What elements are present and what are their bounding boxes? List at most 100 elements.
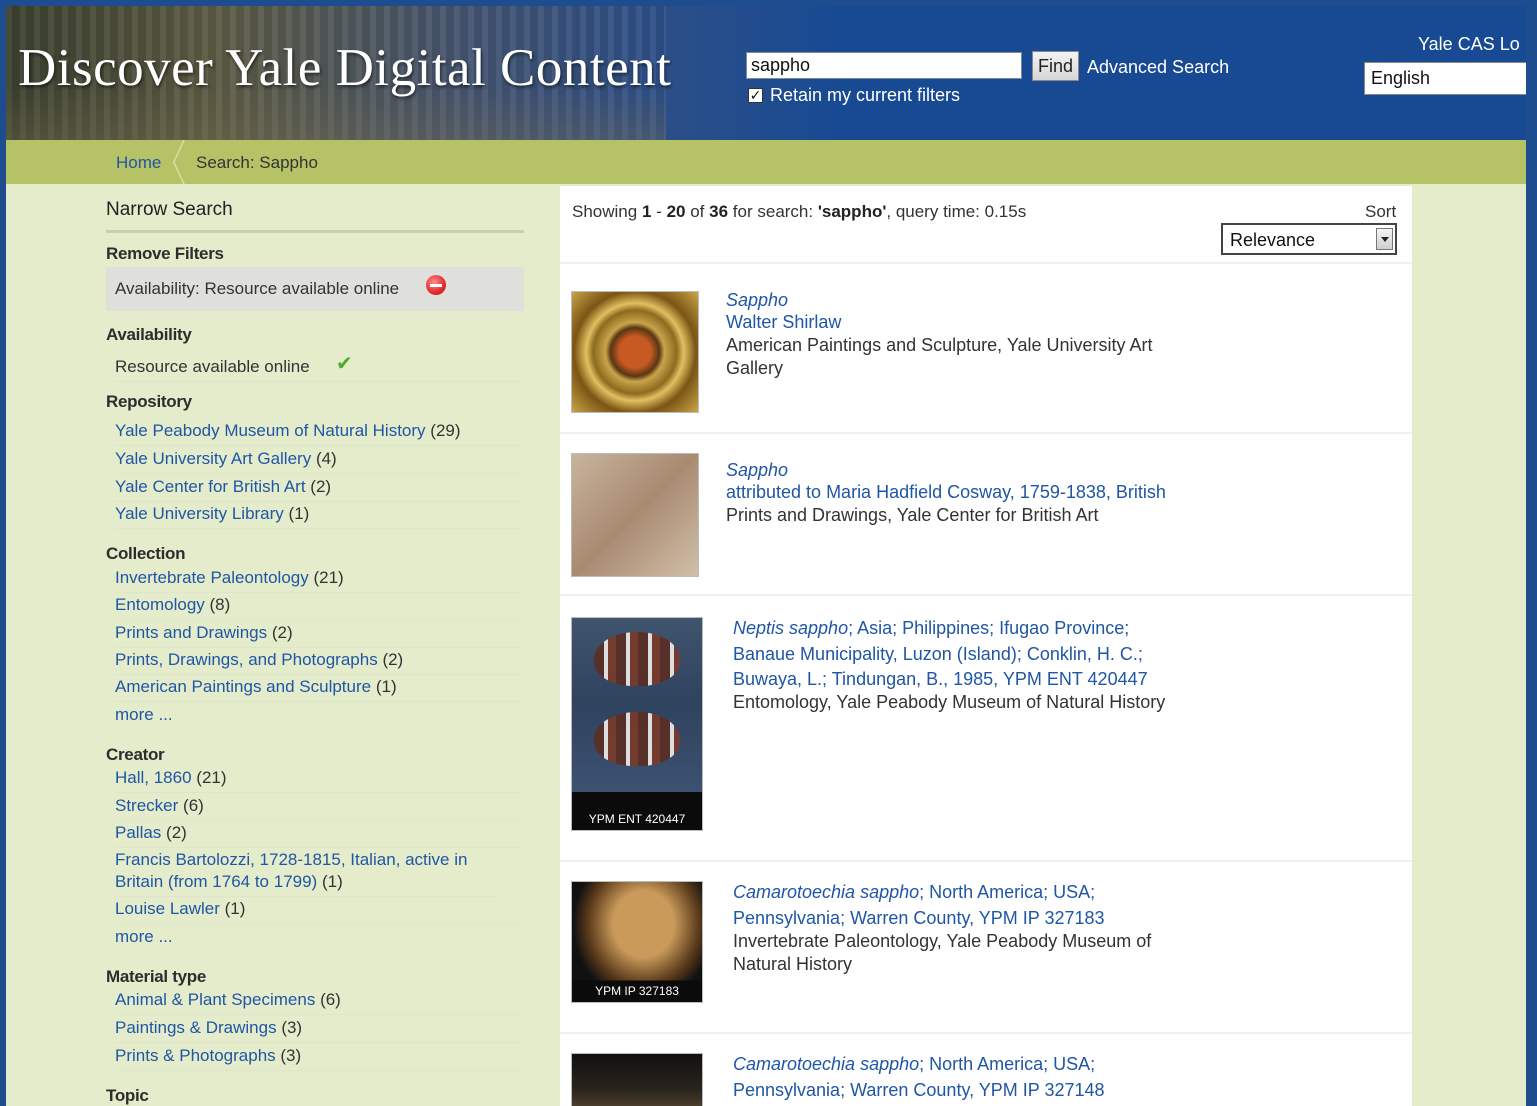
facet-count: (4) xyxy=(315,449,337,468)
breadcrumb-home-link[interactable]: Home xyxy=(116,153,161,173)
facet-link[interactable]: American Paintings and Sculpture xyxy=(115,677,371,696)
facet-count: (1) xyxy=(375,677,397,696)
advanced-search-link[interactable]: Advanced Search xyxy=(1087,57,1229,78)
facet-link[interactable]: Paintings & Drawings xyxy=(115,1018,277,1037)
facet-item-collection[interactable]: Prints and Drawings (2) xyxy=(115,622,520,648)
result-title-link[interactable]: Camarotoechia sappho; North America; USA… xyxy=(733,880,1095,904)
facet-item-material-type[interactable]: Paintings & Drawings (3) xyxy=(115,1017,520,1043)
facet-link[interactable]: Yale Center for British Art xyxy=(115,477,306,496)
result-item: Sappho attributed to Maria Hadfield Cosw… xyxy=(560,432,1412,596)
result-thumbnail[interactable] xyxy=(572,454,698,576)
result-title-rest[interactable]: ; North America; USA; xyxy=(919,1054,1095,1074)
availability-heading: Availability xyxy=(106,325,192,344)
dropdown-arrow-icon[interactable] xyxy=(1376,228,1393,250)
result-description: Prints and Drawings, Yale Center for Bri… xyxy=(726,505,1099,525)
remove-filter-icon[interactable] xyxy=(426,275,446,295)
facet-count: (2) xyxy=(166,823,187,842)
result-title-link[interactable]: Sappho xyxy=(726,288,788,312)
facet-item-creator[interactable]: Strecker (6) xyxy=(115,795,520,821)
facet-item-collection[interactable]: Entomology (8) xyxy=(115,594,520,620)
facet-link[interactable]: Animal & Plant Specimens xyxy=(115,990,315,1009)
result-item: YPM ENT 420447 Neptis sappho; Asia; Phil… xyxy=(560,594,1412,862)
search-query: 'sappho' xyxy=(817,202,887,221)
facet-count: (3) xyxy=(281,1018,303,1037)
facet-count: (6) xyxy=(183,796,204,815)
facet-link[interactable]: Yale Peabody Museum of Natural History xyxy=(115,421,426,440)
result-thumbnail[interactable] xyxy=(572,292,698,412)
facet-link[interactable]: Hall, 1860 xyxy=(115,768,192,787)
result-title[interactable]: Sappho xyxy=(726,290,788,310)
facet-item-collection[interactable]: Invertebrate Paleontology (21) xyxy=(115,567,520,593)
facet-item-material-type[interactable]: Prints & Photographs (3) xyxy=(115,1045,520,1071)
facet-link[interactable]: Yale University Library xyxy=(115,504,284,523)
facet-count: (21) xyxy=(196,768,227,787)
breadcrumb-current: Search: Sappho xyxy=(196,153,318,172)
result-title[interactable]: Neptis sappho xyxy=(733,618,848,638)
facet-item-repository[interactable]: Yale University Library (1) xyxy=(115,503,520,529)
facet-link[interactable]: Francis Bartolozzi, 1728-1815, Italian, … xyxy=(115,850,467,891)
result-total: 36 xyxy=(709,202,729,221)
facet-item-repository[interactable]: Yale Peabody Museum of Natural History (… xyxy=(115,420,520,446)
divider xyxy=(106,230,524,233)
result-title-line[interactable]: Pennsylvania; Warren County, YPM IP 3271… xyxy=(733,906,1105,930)
search-input[interactable] xyxy=(746,52,1022,79)
retain-filters-label[interactable]: Retain my current filters xyxy=(770,85,960,106)
facet-item-collection[interactable]: American Paintings and Sculpture (1) xyxy=(115,676,520,702)
facet-item-creator[interactable]: Pallas (2) xyxy=(115,822,520,848)
result-title[interactable]: Camarotoechia sappho xyxy=(733,1054,919,1074)
result-title-line[interactable]: Banaue Municipality, Luzon (Island); Con… xyxy=(733,642,1143,666)
facet-link[interactable]: Prints, Drawings, and Photographs xyxy=(115,650,378,669)
facet-link[interactable]: Strecker xyxy=(115,796,178,815)
result-title-line[interactable]: Pennsylvania; Warren County, YPM IP 3271… xyxy=(733,1078,1105,1102)
result-author-link[interactable]: attributed to Maria Hadfield Cosway, 175… xyxy=(726,480,1166,504)
sort-label: Sort xyxy=(1365,202,1397,221)
facet-item-availability: Resource available online ✔ xyxy=(115,353,520,382)
result-thumbnail[interactable]: YPM IP 327183 xyxy=(572,882,702,1002)
result-author-link[interactable]: Walter Shirlaw xyxy=(726,310,841,334)
collection-more-link[interactable]: more ... xyxy=(115,704,520,729)
repository-heading: Repository xyxy=(106,392,192,411)
result-title[interactable]: Camarotoechia sappho xyxy=(733,882,919,902)
result-title-rest[interactable]: ; Asia; Philippines; Ifugao Province; xyxy=(848,618,1129,638)
facet-count: (3) xyxy=(280,1046,302,1065)
language-select[interactable]: English xyxy=(1364,62,1526,95)
facet-count: (6) xyxy=(320,990,341,1009)
facet-link[interactable]: Prints and Drawings xyxy=(115,623,267,642)
sort-select[interactable]: Relevance xyxy=(1221,223,1397,255)
result-title-line[interactable]: Buwaya, L.; Tindungan, B., 1985, YPM ENT… xyxy=(733,667,1148,691)
result-thumbnail[interactable]: YPM ENT 420447 xyxy=(572,618,702,830)
facet-link[interactable]: Pallas xyxy=(115,823,161,842)
result-title-link[interactable]: Camarotoechia sappho; North America; USA… xyxy=(733,1052,1095,1076)
cas-login-link[interactable]: Yale CAS Lo xyxy=(1418,34,1520,55)
result-description: American Paintings and Sculpture, Yale U… xyxy=(726,335,1153,355)
result-item: YPM IP 327183 Camarotoechia sappho; Nort… xyxy=(560,860,1412,1034)
page-frame: Discover Yale Digital Content Find Advan… xyxy=(6,6,1526,1106)
result-description: Gallery xyxy=(726,358,784,378)
facet-link[interactable]: Invertebrate Paleontology xyxy=(115,568,309,587)
retain-filters-checkbox[interactable]: ✓ xyxy=(748,88,763,103)
facet-item-creator[interactable]: Hall, 1860 (21) xyxy=(115,767,520,793)
result-title-link[interactable]: Sappho xyxy=(726,458,788,482)
result-title-link[interactable]: Neptis sappho; Asia; Philippines; Ifugao… xyxy=(733,616,1129,640)
summary-text: Showing xyxy=(572,202,638,221)
result-title[interactable]: Sappho xyxy=(726,460,788,480)
result-description: Invertebrate Paleontology, Yale Peabody … xyxy=(733,931,1152,951)
creator-more-link[interactable]: more ... xyxy=(115,926,520,951)
find-button[interactable]: Find xyxy=(1032,51,1079,81)
facet-item-creator[interactable]: Francis Bartolozzi, 1728-1815, Italian, … xyxy=(115,849,500,897)
facet-link[interactable]: Louise Lawler xyxy=(115,899,220,918)
facet-item-creator[interactable]: Louise Lawler (1) xyxy=(115,898,520,924)
facet-link[interactable]: Entomology xyxy=(115,595,205,614)
facet-item-repository[interactable]: Yale University Art Gallery (4) xyxy=(115,448,520,474)
facet-item-repository[interactable]: Yale Center for British Art (2) xyxy=(115,476,520,502)
site-title[interactable]: Discover Yale Digital Content xyxy=(18,38,671,98)
search-results-panel: Showing 1 - 20 of 36 for search: 'sappho… xyxy=(560,186,1412,1106)
facet-link[interactable]: Prints & Photographs xyxy=(115,1046,276,1065)
facet-link[interactable]: Yale University Art Gallery xyxy=(115,449,311,468)
facet-item-material-type[interactable]: Animal & Plant Specimens (6) xyxy=(115,989,520,1015)
facet-item-collection[interactable]: Prints, Drawings, and Photographs (2) xyxy=(115,649,520,675)
result-thumbnail[interactable] xyxy=(572,1054,702,1106)
result-description: Entomology, Yale Peabody Museum of Natur… xyxy=(733,692,1166,712)
creator-heading: Creator xyxy=(106,745,165,764)
result-title-rest[interactable]: ; North America; USA; xyxy=(919,882,1095,902)
